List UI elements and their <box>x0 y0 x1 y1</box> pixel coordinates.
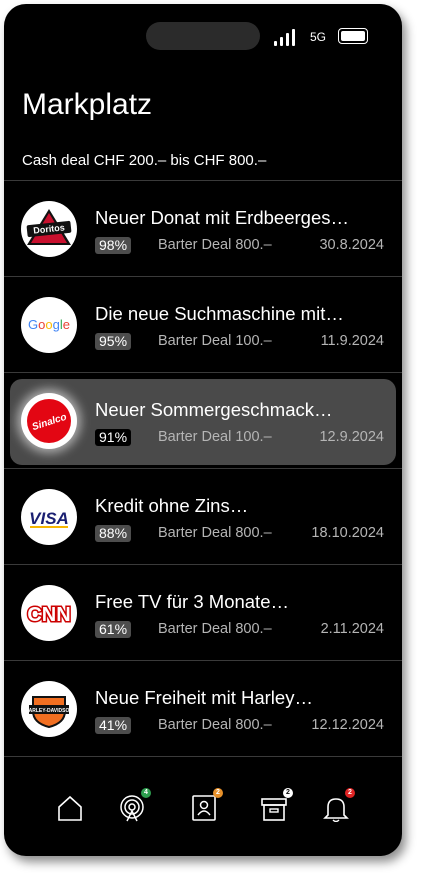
item-title: Kredit ohne Zins… <box>95 495 249 516</box>
nav-archive-button[interactable]: 2 <box>260 788 293 824</box>
notification-badge: 2 <box>213 788 223 798</box>
deal-label: Barter Deal 100.– <box>158 333 272 349</box>
cnn-logo: CNN <box>21 585 77 641</box>
list-item-selected[interactable]: Sinalco Neuer Sommergeschmack… 91% Barte… <box>4 373 402 469</box>
nav-contacts-button[interactable]: 2 <box>190 788 223 824</box>
visa-logo: VISA <box>21 489 77 545</box>
date-label: 11.9.2024 <box>320 333 384 349</box>
signal-icon <box>274 28 298 46</box>
page-subtitle: Cash deal CHF 200.– bis CHF 800.– <box>22 152 267 169</box>
match-percent-badge: 88% <box>95 525 132 542</box>
home-icon <box>58 795 82 821</box>
notification-badge: 2 <box>283 788 293 798</box>
date-label: 2.11.2024 <box>320 621 384 637</box>
bell-icon <box>323 798 349 822</box>
deal-label: Barter Deal 800.– <box>158 525 272 541</box>
archive-box-icon <box>261 798 287 821</box>
match-percent-badge: 41% <box>95 717 132 734</box>
svg-text:Google: Google <box>28 317 70 332</box>
phone-screen: 5G Markplatz Cash deal CHF 200.– bis CHF… <box>4 4 402 856</box>
nav-home-button[interactable] <box>56 794 86 824</box>
bottom-navigation: 4 2 2 2 <box>4 778 402 838</box>
doritos-logo: Doritos <box>21 201 77 257</box>
date-label: 30.8.2024 <box>319 237 384 253</box>
match-percent-badge: 95% <box>95 333 132 350</box>
deal-label: Barter Deal 800.– <box>158 237 272 253</box>
match-percent-badge: 91% <box>95 429 132 446</box>
item-title: Free TV für 3 Monate… <box>95 591 289 612</box>
nav-broadcast-button[interactable]: 4 <box>118 788 151 824</box>
nav-notifications-button[interactable]: 2 <box>322 788 355 824</box>
list-item[interactable]: CNN Free TV für 3 Monate… 61% Barter Dea… <box>4 565 402 661</box>
list-item[interactable]: HARLEY-DAVIDSON Neue Freiheit mit Harley… <box>4 661 402 757</box>
battery-icon <box>338 28 368 44</box>
list-item[interactable]: Google Die neue Suchmaschine mit… 95% Ba… <box>4 277 402 373</box>
notification-badge: 2 <box>345 788 355 798</box>
item-title: Neuer Donat mit Erdbeerges… <box>95 207 349 228</box>
deal-label: Barter Deal 800.– <box>158 717 272 733</box>
svg-text:HARLEY-DAVIDSON: HARLEY-DAVIDSON <box>25 708 73 714</box>
item-title: Die neue Suchmaschine mit… <box>95 303 344 324</box>
dynamic-island <box>146 22 260 50</box>
match-percent-badge: 98% <box>95 237 132 254</box>
deal-label: Barter Deal 800.– <box>158 621 272 637</box>
google-logo: Google <box>21 297 77 353</box>
item-title: Neuer Sommergeschmack… <box>95 399 333 420</box>
page-title: Markplatz <box>22 88 153 121</box>
svg-text:VISA: VISA <box>29 509 69 528</box>
divider <box>4 756 402 757</box>
sinalco-logo: Sinalco <box>21 393 77 449</box>
date-label: 12.9.2024 <box>319 429 384 445</box>
item-title: Neue Freiheit mit Harley… <box>95 687 313 708</box>
broadcast-icon <box>120 795 144 822</box>
svg-text:CNN: CNN <box>27 604 70 626</box>
harley-davidson-logo: HARLEY-DAVIDSON <box>21 681 77 737</box>
date-label: 18.10.2024 <box>311 525 384 541</box>
match-percent-badge: 61% <box>95 621 132 638</box>
list-item[interactable]: Doritos Neuer Donat mit Erdbeerges… 98% … <box>4 181 402 277</box>
network-type: 5G <box>310 30 327 44</box>
contact-card-icon <box>192 795 216 821</box>
deal-label: Barter Deal 100.– <box>158 429 272 445</box>
list-item[interactable]: VISA Kredit ohne Zins… 88% Barter Deal 8… <box>4 469 402 565</box>
date-label: 12.12.2024 <box>311 717 384 733</box>
notification-badge: 4 <box>141 788 151 798</box>
